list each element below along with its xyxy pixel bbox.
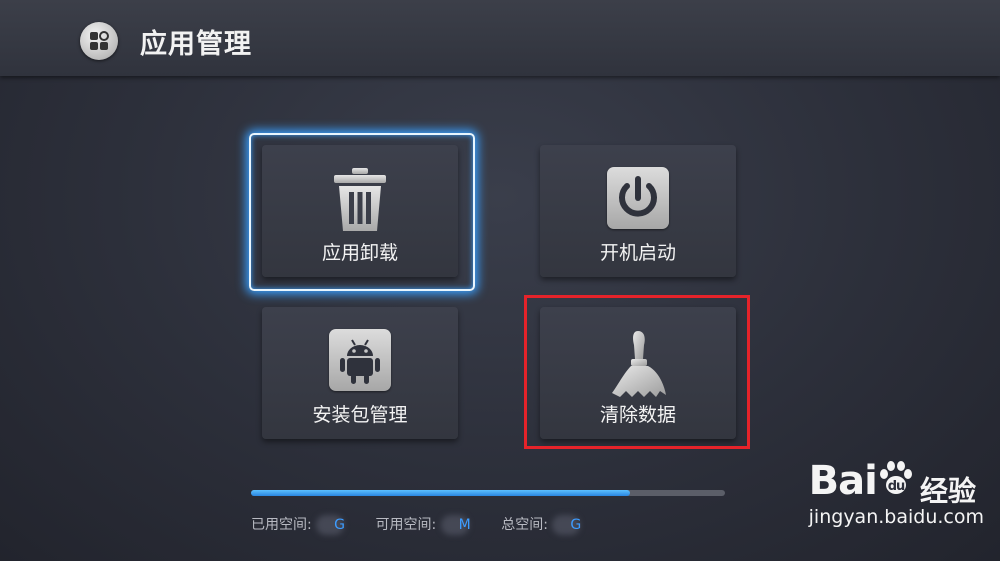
used-space-label: 已用空间: bbox=[251, 517, 312, 533]
storage-progress-fill bbox=[251, 490, 631, 496]
total-space-unit: G bbox=[570, 517, 582, 533]
available-space-label: 可用空间: bbox=[375, 517, 437, 533]
annotation-highlight-box bbox=[524, 295, 750, 449]
app-header: 应用管理 bbox=[0, 0, 1000, 76]
app-grid-icon bbox=[80, 22, 118, 60]
tile-boot-startup[interactable]: 开机启动 bbox=[540, 145, 736, 277]
tile-label: 安装包管理 bbox=[312, 404, 408, 426]
tile-app-uninstall[interactable]: 应用卸载 bbox=[262, 145, 458, 277]
jingyan-text: 经验 bbox=[919, 474, 976, 508]
tile-label: 应用卸载 bbox=[321, 242, 398, 264]
total-space-label: 总空间: bbox=[501, 517, 548, 533]
tile-package-manager[interactable]: 安装包管理 bbox=[262, 307, 458, 439]
power-icon bbox=[607, 167, 669, 229]
trash-icon bbox=[332, 167, 388, 237]
used-space: 已用空间: G bbox=[251, 514, 345, 535]
tile-label: 开机启动 bbox=[599, 242, 676, 264]
available-space-unit: M bbox=[458, 517, 471, 533]
storage-progress-bar bbox=[251, 490, 725, 496]
baidu-logo: Bai du bbox=[809, 458, 915, 504]
paw-icon: du bbox=[877, 459, 915, 507]
baidu-jingyan-watermark: Bai du 经验 jingyan.baidu.com bbox=[809, 458, 984, 528]
available-space: 可用空间: M bbox=[375, 514, 471, 535]
storage-stats: 已用空间: G 可用空间: M 总空间: G bbox=[251, 514, 607, 535]
used-space-unit: G bbox=[334, 517, 346, 533]
svg-text:du: du bbox=[888, 479, 905, 494]
android-icon bbox=[329, 329, 391, 391]
total-space: 总空间: G bbox=[501, 514, 581, 535]
page-title: 应用管理 bbox=[140, 29, 252, 60]
watermark-url: jingyan.baidu.com bbox=[808, 505, 984, 528]
